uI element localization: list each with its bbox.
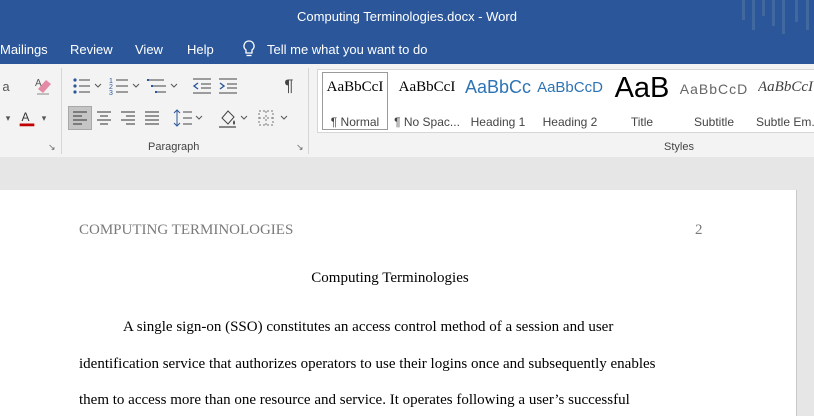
paragraph-dialog-launcher-icon[interactable]: ↘ (296, 142, 304, 153)
chevron-down-icon[interactable]: ▾ (2, 106, 14, 130)
tab-mailings[interactable]: Mailings (0, 42, 48, 57)
style-heading-1[interactable]: AaBbCc Heading 1 (464, 70, 532, 132)
style-name: ¶ Normal (330, 115, 380, 129)
ribbon-tabs: Mailings Review View Help Tell me what y… (0, 36, 814, 64)
increase-indent-icon[interactable] (216, 74, 240, 98)
style-name: Subtle Em... (756, 115, 814, 129)
align-center-icon[interactable] (92, 106, 116, 130)
tab-review[interactable]: Review (70, 42, 113, 57)
line-spacing-icon[interactable] (172, 106, 206, 130)
running-header: COMPUTING TERMINOLOGIES (79, 222, 294, 238)
window-title: Computing Terminologies.docx - Word (297, 9, 517, 24)
paragraph-group-label: Paragraph (148, 141, 200, 153)
style-preview: AaB (614, 72, 670, 104)
decrease-indent-icon[interactable] (190, 74, 214, 98)
tell-me-search[interactable]: Tell me what you want to do (267, 42, 427, 57)
borders-icon[interactable] (256, 106, 292, 130)
canvas-gap (0, 157, 814, 190)
align-right-icon[interactable] (116, 106, 140, 130)
tab-help[interactable]: Help (187, 42, 214, 57)
style-preview: AaBbCcI (326, 79, 384, 95)
style-preview: AaBbCc (464, 77, 532, 97)
bullets-icon[interactable] (70, 74, 106, 98)
style-no-spacing[interactable]: AaBbCcI ¶ No Spac... (392, 70, 462, 132)
group-divider (61, 68, 62, 154)
document-page[interactable]: COMPUTING TERMINOLOGIES 2 Computing Term… (0, 190, 797, 416)
font-dialog-launcher-icon[interactable]: ↘ (48, 142, 56, 153)
numbering-icon[interactable]: 123 (108, 74, 144, 98)
lightbulb-icon (241, 40, 257, 61)
document-title: Computing Terminologies (311, 270, 469, 286)
svg-text:A: A (35, 78, 42, 89)
style-name: Title (630, 115, 654, 129)
style-heading-2[interactable]: AaBbCcD Heading 2 (534, 70, 606, 132)
style-preview: AaBbCcD (679, 81, 749, 97)
chevron-down-icon[interactable]: ▾ (38, 106, 50, 130)
body-line: identification service that authorizes o… (79, 356, 656, 372)
style-subtitle[interactable]: AaBbCcD Subtitle (678, 70, 750, 132)
svg-text:A: A (22, 110, 30, 124)
style-name: ¶ No Spac... (394, 115, 460, 129)
body-line: them to access more than one resource an… (79, 392, 630, 408)
ribbon: a A ▾ A ▾ 123 ¶ Paragraph ↘ ↘ AaBbCcI ¶ … (0, 64, 814, 158)
page-number: 2 (695, 222, 703, 238)
justify-icon[interactable] (140, 106, 164, 130)
multilevel-icon[interactable] (146, 74, 182, 98)
style-title[interactable]: AaB Title (608, 70, 676, 132)
styles-gallery: AaBbCcI ¶ Normal AaBbCcI ¶ No Spac... Aa… (317, 69, 814, 133)
eraser-icon[interactable]: A (30, 74, 56, 98)
text-effects-button[interactable]: a (0, 76, 12, 96)
shading-icon[interactable] (216, 106, 252, 130)
svg-text:3: 3 (109, 90, 113, 97)
style-name: Subtitle (693, 115, 735, 129)
tab-view[interactable]: View (135, 42, 163, 57)
style-normal[interactable]: AaBbCcI ¶ Normal (320, 70, 390, 132)
style-name: Heading 1 (470, 115, 526, 129)
style-preview: AaBbCcD (537, 79, 603, 96)
style-subtle-emphasis[interactable]: AaBbCcI Subtle Em... (752, 70, 814, 132)
style-preview: AaBbCcI (398, 79, 456, 95)
style-preview: AaBbCcI (758, 79, 813, 95)
style-name: Heading 2 (542, 115, 598, 129)
styles-group-label: Styles (664, 141, 694, 153)
title-bar: Computing Terminologies.docx - Word (0, 0, 814, 36)
group-divider (308, 68, 309, 154)
font-color-icon[interactable]: A (16, 106, 38, 130)
body-line: A single sign-on (SSO) constitutes an ac… (123, 319, 614, 335)
align-left-icon[interactable] (68, 106, 92, 130)
pilcrow-icon[interactable]: ¶ (278, 74, 300, 98)
